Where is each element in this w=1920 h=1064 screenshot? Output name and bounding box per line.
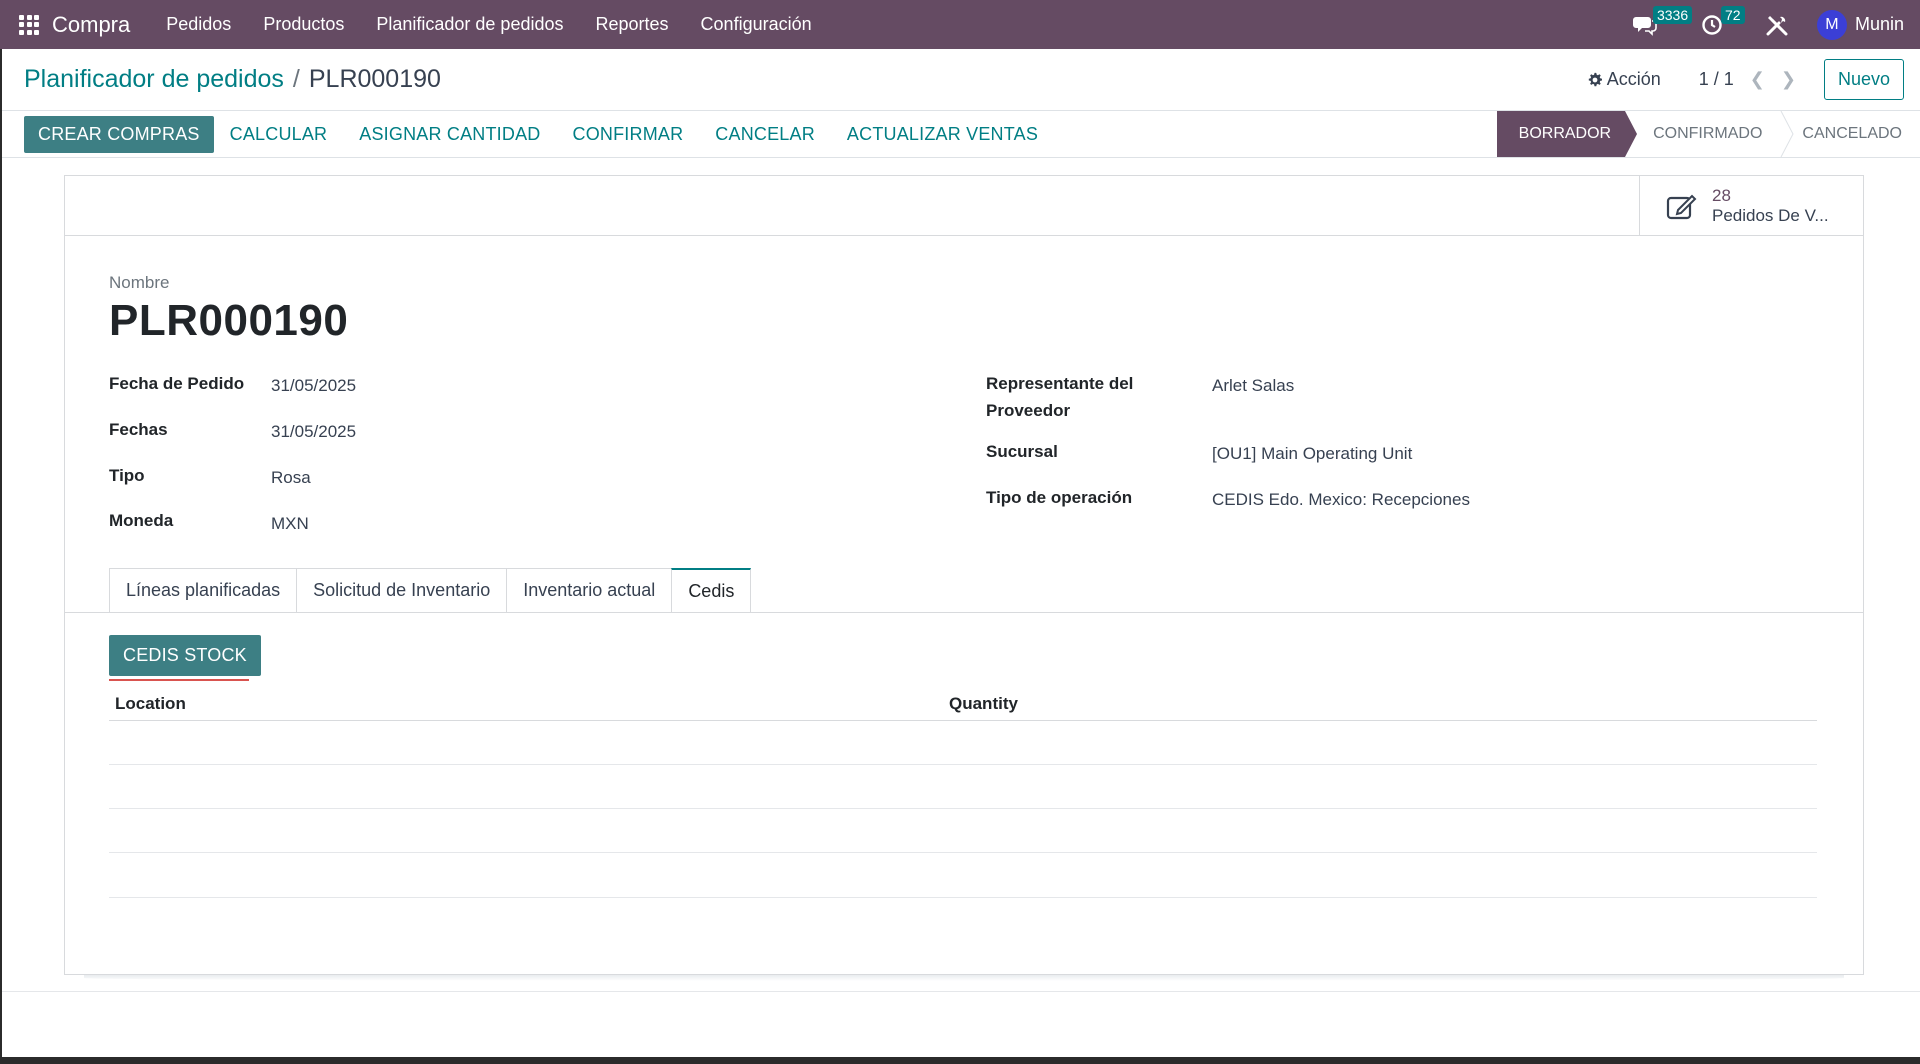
operation-type-label: Tipo de operación xyxy=(986,488,1133,507)
status-bar: CREAR COMPRAS CALCULAR ASIGNAR CANTIDAD … xyxy=(0,111,1920,158)
type-label: Tipo xyxy=(109,466,145,485)
confirm-button[interactable]: CONFIRMAR xyxy=(557,116,700,153)
apps-menu-icon[interactable] xyxy=(18,14,40,36)
table-row xyxy=(109,764,1817,765)
tab-cedis[interactable]: Cedis xyxy=(671,568,752,613)
action-label: Acción xyxy=(1606,69,1661,89)
user-name: Munin xyxy=(1854,14,1904,34)
update-sales-button[interactable]: ACTUALIZAR VENTAS xyxy=(831,116,1054,153)
vendor-rep-label-line2: Proveedor xyxy=(986,401,1071,420)
tab-current-inventory[interactable]: Inventario actual xyxy=(506,568,673,612)
stage-confirmado[interactable]: CONFIRMADO xyxy=(1637,111,1780,157)
cancel-button[interactable]: CANCELAR xyxy=(699,116,831,153)
gear-icon xyxy=(1588,72,1602,86)
tab-inventory-request[interactable]: Solicitud de Inventario xyxy=(296,568,508,612)
control-panel: Planificador de pedidos / PLR000190 Acci… xyxy=(0,49,1920,111)
table-row xyxy=(109,897,1817,898)
currency-field[interactable]: MXN xyxy=(271,514,309,534)
clock-icon xyxy=(1702,14,1722,35)
record-title[interactable]: PLR000190 xyxy=(109,296,348,346)
sheet-shadow xyxy=(84,975,1844,981)
pager-previous-icon[interactable]: ❮ xyxy=(1750,69,1765,90)
name-label: Nombre xyxy=(109,273,170,292)
calculate-button[interactable]: CALCULAR xyxy=(214,116,344,153)
cedis-button-underline xyxy=(109,679,249,681)
stage-selector: BORRADOR CONFIRMADO CANCELADO xyxy=(1496,111,1920,157)
stage-borrador[interactable]: BORRADOR xyxy=(1496,111,1626,157)
notebook-tabs: Líneas planificadas Solicitud de Inventa… xyxy=(109,568,752,613)
tabs-divider xyxy=(65,612,1863,613)
order-date-field[interactable]: 31/05/2025 xyxy=(271,376,356,396)
table-row xyxy=(109,808,1817,809)
dates-label: Fechas xyxy=(109,420,168,439)
sale-orders-smart-button[interactable]: 28 Pedidos De V... xyxy=(1639,176,1863,236)
cedis-table-header: Location Quantity xyxy=(109,687,1817,721)
pager-next-icon[interactable]: ❯ xyxy=(1781,69,1796,90)
menu-planificador[interactable]: Planificador de pedidos xyxy=(360,0,579,49)
smart-button-label: Pedidos De V... xyxy=(1712,206,1829,225)
stage-cancelado[interactable]: CANCELADO xyxy=(1794,111,1920,157)
bottom-divider xyxy=(0,991,1920,992)
column-quantity[interactable]: Quantity xyxy=(949,694,1018,714)
table-row xyxy=(109,852,1817,853)
form-sheet: 28 Pedidos De V... Nombre PLR000190 Fech… xyxy=(64,175,1864,975)
breadcrumb-parent[interactable]: Planificador de pedidos xyxy=(24,65,284,94)
breadcrumb: Planificador de pedidos / PLR000190 xyxy=(24,65,441,94)
currency-label: Moneda xyxy=(109,511,174,530)
column-location[interactable]: Location xyxy=(115,694,186,714)
pager-value[interactable]: 1 / 1 xyxy=(1699,69,1734,90)
breadcrumb-separator: / xyxy=(292,65,300,93)
tab-planned-lines[interactable]: Líneas planificadas xyxy=(109,568,298,612)
branch-label: Sucursal xyxy=(986,442,1058,461)
dates-field[interactable]: 31/05/2025 xyxy=(271,422,356,442)
vendor-rep-field[interactable]: Arlet Salas xyxy=(1212,376,1294,396)
type-field[interactable]: Rosa xyxy=(271,468,311,488)
cedis-stock-button[interactable]: CEDIS STOCK xyxy=(109,635,261,676)
assign-quantity-button[interactable]: ASIGNAR CANTIDAD xyxy=(343,116,556,153)
vendor-rep-label-line1: Representante del xyxy=(986,374,1134,393)
menu-pedidos[interactable]: Pedidos xyxy=(150,0,247,49)
order-date-label: Fecha de Pedido xyxy=(109,374,245,393)
tools-icon xyxy=(1766,15,1788,35)
activities-button[interactable]: 72 xyxy=(1671,0,1745,49)
breadcrumb-current: PLR000190 xyxy=(308,65,441,93)
action-menu-button[interactable]: Acción xyxy=(1587,69,1661,90)
edit-icon xyxy=(1666,194,1697,220)
window-frame-bottom xyxy=(0,1057,1920,1064)
app-brand[interactable]: Compra xyxy=(52,12,130,38)
window-frame-left xyxy=(0,49,2,1064)
branch-field[interactable]: [OU1] Main Operating Unit xyxy=(1212,444,1412,464)
new-button[interactable]: Nuevo xyxy=(1823,59,1904,100)
menu-productos[interactable]: Productos xyxy=(247,0,360,49)
top-navbar: Compra Pedidos Productos Planificador de… xyxy=(0,0,1920,49)
menu-reportes[interactable]: Reportes xyxy=(580,0,685,49)
create-purchases-button[interactable]: CREAR COMPRAS xyxy=(24,115,214,153)
button-box: 28 Pedidos De V... xyxy=(65,176,1863,236)
menu-configuracion[interactable]: Configuración xyxy=(685,0,828,49)
user-menu[interactable]: M Munin xyxy=(1803,0,1920,49)
messages-button[interactable]: 3336 xyxy=(1619,0,1693,49)
smart-button-count: 28 xyxy=(1712,186,1731,205)
stage-separator xyxy=(1780,111,1794,157)
debug-tools-button[interactable] xyxy=(1737,0,1803,49)
stage-arrow xyxy=(1625,111,1638,157)
avatar: M xyxy=(1816,9,1847,40)
operation-type-field[interactable]: CEDIS Edo. Mexico: Recepciones xyxy=(1212,490,1470,510)
